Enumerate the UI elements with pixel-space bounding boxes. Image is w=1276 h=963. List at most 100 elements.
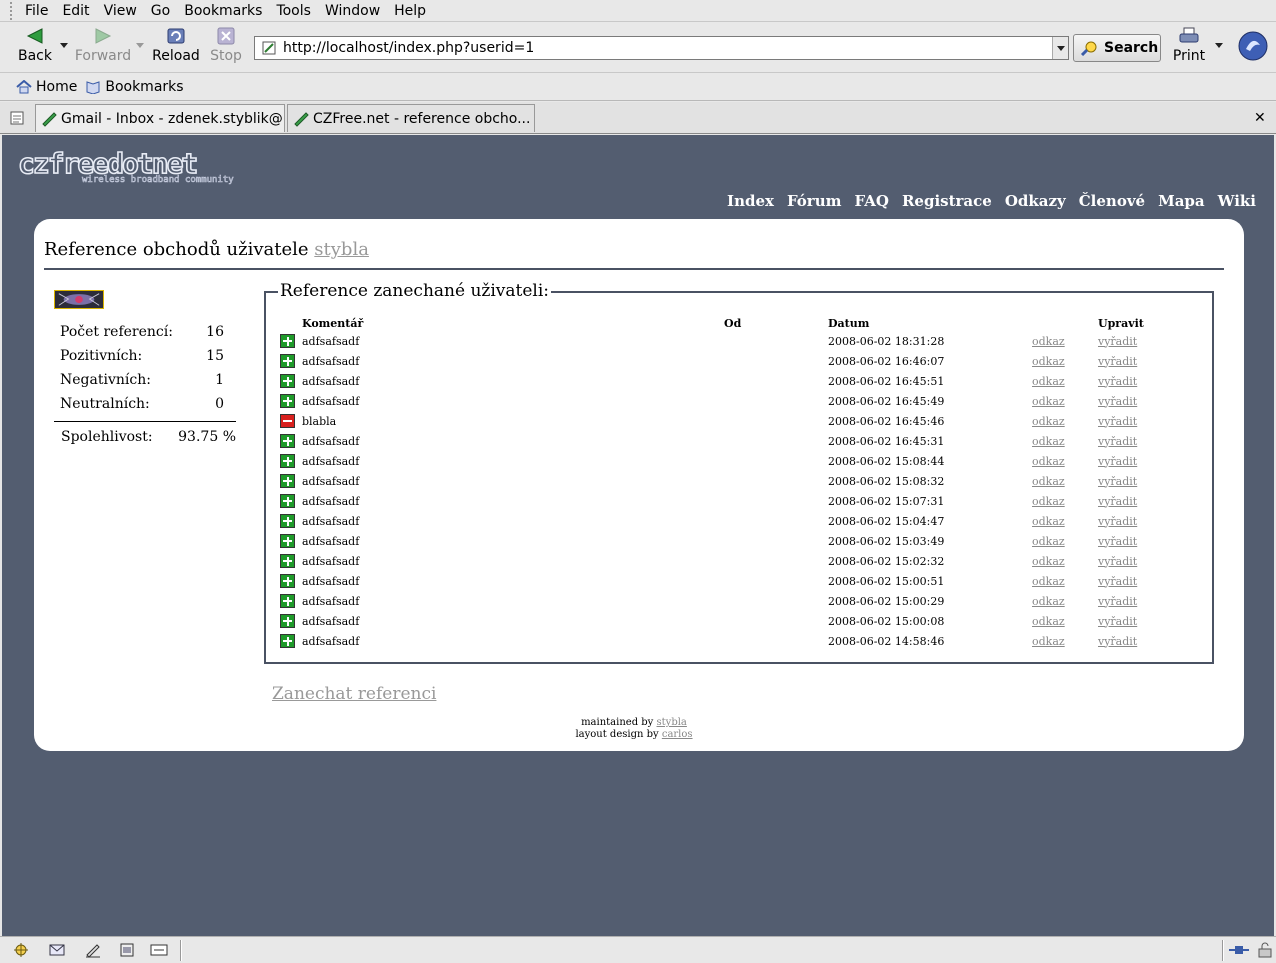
nav-registrace[interactable]: Registrace: [902, 192, 992, 210]
nav-faq[interactable]: FAQ: [854, 192, 888, 210]
maintainer-link[interactable]: stybla: [657, 717, 687, 728]
user-profile-link[interactable]: stybla: [314, 239, 369, 260]
remove-reference-link[interactable]: vyřadit: [1098, 615, 1137, 628]
references-legend: Reference zanechané uživateli:: [278, 281, 552, 301]
nav-odkazy[interactable]: Odkazy: [1005, 192, 1066, 210]
reference-link[interactable]: odkaz: [1032, 635, 1065, 648]
reference-link[interactable]: odkaz: [1032, 375, 1065, 388]
remove-reference-link[interactable]: vyřadit: [1098, 395, 1137, 408]
cz-extension-icon[interactable]: [150, 942, 168, 958]
menu-view[interactable]: View: [97, 0, 144, 22]
address-book-icon[interactable]: [118, 942, 136, 958]
mail-icon[interactable]: [48, 942, 66, 958]
reference-remove-cell: vyřadit: [1098, 411, 1178, 431]
reference-link[interactable]: odkaz: [1032, 415, 1065, 428]
reference-link[interactable]: odkaz: [1032, 555, 1065, 568]
header-link: [1032, 315, 1098, 331]
reload-button[interactable]: Reload: [150, 26, 202, 70]
remove-reference-link[interactable]: vyřadit: [1098, 415, 1137, 428]
search-button[interactable]: Search: [1073, 34, 1161, 62]
reference-link[interactable]: odkaz: [1032, 575, 1065, 588]
menu-edit[interactable]: Edit: [55, 0, 96, 22]
nav-forum[interactable]: Fórum: [787, 192, 842, 210]
toolbar-grip[interactable]: [10, 1, 14, 20]
remove-reference-link[interactable]: vyřadit: [1098, 335, 1137, 348]
remove-reference-link[interactable]: vyřadit: [1098, 515, 1137, 528]
remove-reference-link[interactable]: vyřadit: [1098, 575, 1137, 588]
table-row: adfsafsadf 2008-06-02 15:07:31 odkaz vyřadi…: [280, 491, 1178, 511]
throbber-seamonkey-icon[interactable]: [1238, 31, 1268, 61]
online-status-icon[interactable]: [1228, 942, 1250, 958]
menu-bookmarks[interactable]: Bookmarks: [177, 0, 269, 22]
back-history-dropdown[interactable]: [60, 43, 68, 48]
czfree-logo[interactable]: czfreedotnet wireless broadband communit…: [16, 149, 306, 185]
reference-link[interactable]: odkaz: [1032, 455, 1065, 468]
reference-link[interactable]: odkaz: [1032, 515, 1065, 528]
reference-remove-cell: vyřadit: [1098, 551, 1178, 571]
url-bar[interactable]: [254, 36, 1069, 60]
user-avatar[interactable]: [54, 290, 104, 309]
home-label: Home: [36, 79, 78, 95]
remove-reference-link[interactable]: vyřadit: [1098, 375, 1137, 388]
reference-link[interactable]: odkaz: [1032, 595, 1065, 608]
reference-link[interactable]: odkaz: [1032, 615, 1065, 628]
back-button[interactable]: Back: [14, 26, 56, 70]
bookmarks-button[interactable]: Bookmarks: [83, 79, 189, 95]
stat-total: Počet referencí: 16: [60, 320, 236, 344]
forward-button[interactable]: Forward: [74, 26, 132, 70]
security-lock-icon[interactable]: [1256, 942, 1274, 958]
menu-window[interactable]: Window: [318, 0, 387, 22]
reference-link[interactable]: odkaz: [1032, 395, 1065, 408]
composer-icon[interactable]: [84, 942, 102, 958]
remove-reference-link[interactable]: vyřadit: [1098, 475, 1137, 488]
search-label: Search: [1104, 40, 1159, 56]
reference-link[interactable]: odkaz: [1032, 355, 1065, 368]
reference-link-cell: odkaz: [1032, 431, 1098, 451]
reference-link[interactable]: odkaz: [1032, 475, 1065, 488]
site-nav: Index Fórum FAQ Registrace Odkazy Členov…: [727, 192, 1256, 210]
leave-reference-link[interactable]: Zanechat referenci: [272, 684, 436, 704]
home-button[interactable]: Home: [14, 79, 83, 95]
remove-reference-link[interactable]: vyřadit: [1098, 595, 1137, 608]
menu-tools[interactable]: Tools: [269, 0, 318, 22]
remove-reference-link[interactable]: vyřadit: [1098, 355, 1137, 368]
home-icon: [16, 80, 32, 94]
page-proxy-icon[interactable]: [261, 40, 277, 56]
nav-wiki[interactable]: Wiki: [1218, 192, 1256, 210]
menu-file[interactable]: File: [18, 0, 55, 22]
navigator-icon[interactable]: [12, 942, 30, 958]
close-tab-icon[interactable]: ✕: [1254, 110, 1266, 126]
url-input[interactable]: [283, 40, 1052, 56]
remove-reference-link[interactable]: vyřadit: [1098, 435, 1137, 448]
menu-go[interactable]: Go: [144, 0, 177, 22]
positive-reference-icon: [280, 394, 295, 408]
nav-mapa[interactable]: Mapa: [1158, 192, 1205, 210]
remove-reference-link[interactable]: vyřadit: [1098, 535, 1137, 548]
page-title: Reference obchodů uživatele stybla: [44, 239, 369, 260]
remove-reference-link[interactable]: vyřadit: [1098, 635, 1137, 648]
nav-index[interactable]: Index: [727, 192, 774, 210]
nav-clenove[interactable]: Členové: [1079, 192, 1145, 210]
reference-link[interactable]: odkaz: [1032, 435, 1065, 448]
table-row: adfsafsadf 2008-06-02 15:08:32 odkaz vyřadi…: [280, 471, 1178, 491]
remove-reference-link[interactable]: vyřadit: [1098, 455, 1137, 468]
reference-link[interactable]: odkaz: [1032, 335, 1065, 348]
new-tab-icon[interactable]: [9, 110, 25, 126]
print-options-dropdown[interactable]: [1215, 43, 1223, 48]
forward-history-dropdown[interactable]: [136, 43, 144, 48]
reference-date: 2008-06-02 16:45:46: [828, 414, 945, 428]
designer-link[interactable]: carlos: [662, 729, 693, 740]
stat-value: 1: [215, 372, 224, 388]
reference-date: 2008-06-02 14:58:46: [828, 634, 945, 648]
url-history-dropdown[interactable]: [1052, 37, 1068, 59]
tab-gmail[interactable]: Gmail - Inbox - zdenek.styblik@...: [35, 104, 285, 132]
reference-link[interactable]: odkaz: [1032, 495, 1065, 508]
reference-link[interactable]: odkaz: [1032, 535, 1065, 548]
remove-reference-link[interactable]: vyřadit: [1098, 555, 1137, 568]
menu-help[interactable]: Help: [387, 0, 433, 22]
stop-button[interactable]: Stop: [206, 26, 246, 70]
print-button[interactable]: Print: [1170, 26, 1208, 70]
remove-reference-link[interactable]: vyřadit: [1098, 495, 1137, 508]
tab-czfree[interactable]: CZFree.net - reference obcho...: [287, 104, 535, 132]
reference-date: 2008-06-02 16:45:31: [828, 434, 945, 448]
